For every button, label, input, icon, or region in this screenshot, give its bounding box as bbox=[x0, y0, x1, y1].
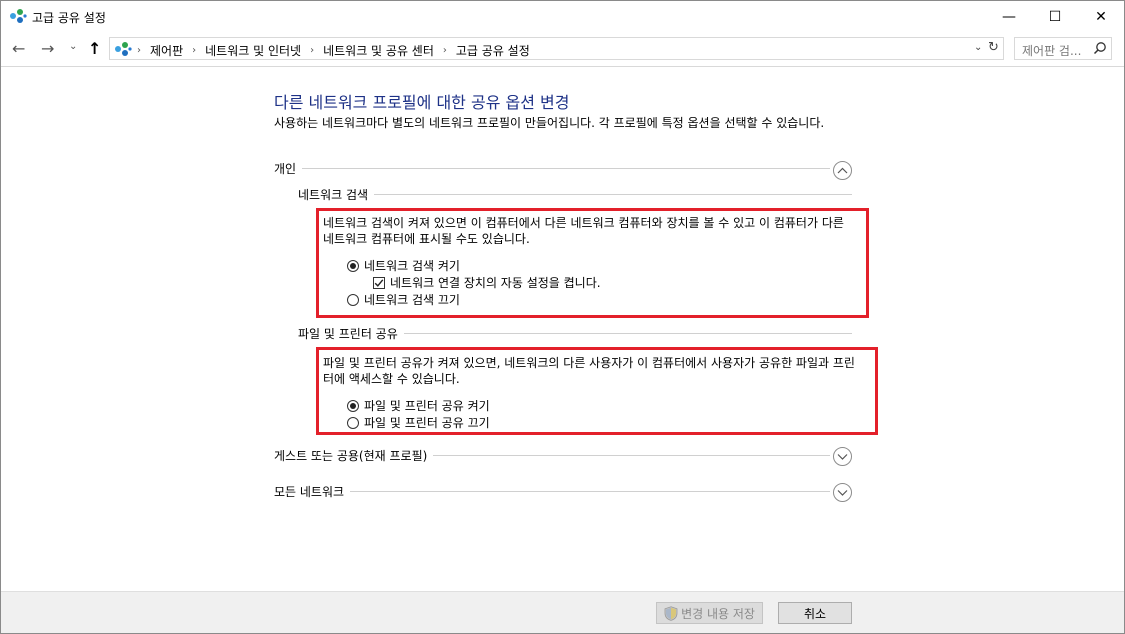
network-discovery-description: 네트워크 검색이 켜져 있으면 이 컴퓨터에서 다른 네트워크 컴퓨터와 장치를… bbox=[323, 216, 844, 246]
profile-private-label: 개인 bbox=[274, 162, 297, 176]
minimize-icon: — bbox=[1002, 8, 1016, 25]
chevron-right-icon[interactable]: › bbox=[310, 45, 314, 56]
file-printer-sharing-off-option[interactable]: 파일 및 프린터 공유 끄기 bbox=[347, 414, 490, 431]
radio-button[interactable] bbox=[347, 293, 359, 306]
page-title: 다른 네트워크 프로필에 대한 공유 옵션 변경 bbox=[274, 93, 570, 112]
radio-button[interactable] bbox=[347, 399, 359, 412]
file-printer-sharing-header: 파일 및 프린터 공유 bbox=[298, 325, 852, 342]
search-input[interactable]: 제어판 검... bbox=[1014, 37, 1112, 60]
close-button[interactable]: ✕ bbox=[1078, 1, 1124, 32]
profile-all-header[interactable]: 모든 네트워크 bbox=[274, 483, 830, 500]
network-discovery-off-label: 네트워크 검색 끄기 bbox=[364, 293, 460, 307]
profile-guest-label: 게스트 또는 공용(현재 프로필) bbox=[274, 449, 428, 463]
breadcrumb-network-internet[interactable]: 네트워크 및 인터넷 bbox=[205, 42, 301, 59]
check-icon bbox=[374, 278, 384, 287]
minimize-button[interactable]: — bbox=[986, 1, 1032, 32]
title-bar: 고급 공유 설정 — ☐ ✕ bbox=[1, 1, 1124, 32]
refresh-icon[interactable]: ↻ bbox=[988, 40, 999, 55]
recent-locations-icon[interactable]: ⌄ bbox=[69, 41, 77, 52]
up-arrow-icon[interactable]: ↑ bbox=[88, 39, 101, 58]
file-printer-sharing-on-label: 파일 및 프린터 공유 켜기 bbox=[364, 399, 490, 413]
network-discovery-on-label: 네트워크 검색 켜기 bbox=[364, 259, 460, 273]
intro-text: 사용하는 네트워크마다 별도의 네트워크 프로필이 만들어집니다. 각 프로필에… bbox=[274, 116, 825, 130]
file-printer-sharing-off-label: 파일 및 프린터 공유 끄기 bbox=[364, 416, 490, 430]
expand-all-button[interactable] bbox=[833, 483, 852, 502]
close-icon: ✕ bbox=[1095, 8, 1107, 25]
chevron-right-icon[interactable]: › bbox=[137, 45, 141, 56]
chevron-down-icon bbox=[837, 454, 848, 460]
address-bar[interactable]: › 제어판 › 네트워크 및 인터넷 › 네트워크 및 공유 센터 › 고급 공… bbox=[109, 37, 1004, 60]
breadcrumb-network-sharing-center[interactable]: 네트워크 및 공유 센터 bbox=[323, 42, 434, 59]
back-arrow-icon[interactable]: ← bbox=[12, 39, 25, 58]
chevron-down-icon[interactable]: ⌄ bbox=[974, 42, 982, 53]
file-printer-sharing-description: 파일 및 프린터 공유가 켜져 있으면, 네트워크의 다른 사용자가 이 컴퓨터… bbox=[323, 356, 855, 386]
navigation-bar: ← → ⌄ ↑ › 제어판 › 네트워크 및 인터넷 › 네트워크 및 공유 센… bbox=[1, 32, 1124, 67]
network-discovery-header: 네트워크 검색 bbox=[298, 186, 852, 203]
shield-icon bbox=[664, 605, 678, 621]
divider bbox=[374, 194, 852, 195]
network-icon bbox=[115, 42, 132, 56]
network-discovery-heading: 네트워크 검색 bbox=[298, 188, 369, 202]
auto-setup-label: 네트워크 연결 장치의 자동 설정을 켭니다. bbox=[390, 276, 601, 290]
cancel-button[interactable]: 취소 bbox=[778, 602, 852, 624]
file-printer-sharing-heading: 파일 및 프린터 공유 bbox=[298, 327, 398, 341]
breadcrumb: › 제어판 › 네트워크 및 인터넷 › 네트워크 및 공유 센터 › 고급 공… bbox=[134, 42, 530, 59]
footer-bar: 변경 내용 저장 취소 bbox=[1, 591, 1124, 633]
save-changes-label: 변경 내용 저장 bbox=[681, 606, 755, 621]
radio-button[interactable] bbox=[347, 416, 359, 429]
expand-guest-button[interactable] bbox=[833, 447, 852, 466]
radio-button[interactable] bbox=[347, 259, 359, 272]
divider bbox=[350, 491, 830, 492]
cancel-label: 취소 bbox=[803, 606, 827, 621]
network-discovery-off-option[interactable]: 네트워크 검색 끄기 bbox=[347, 291, 460, 308]
main-content: 다른 네트워크 프로필에 대한 공유 옵션 변경 사용하는 네트워크마다 별도의… bbox=[1, 67, 1124, 591]
save-changes-button[interactable]: 변경 내용 저장 bbox=[656, 602, 763, 624]
search-icon[interactable] bbox=[1093, 41, 1107, 55]
maximize-icon: ☐ bbox=[1048, 8, 1062, 25]
breadcrumb-advanced-sharing[interactable]: 고급 공유 설정 bbox=[456, 42, 530, 59]
forward-arrow-icon[interactable]: → bbox=[41, 39, 54, 58]
divider bbox=[403, 333, 852, 334]
profile-private-header[interactable]: 개인 bbox=[274, 160, 830, 177]
auto-setup-option[interactable]: 네트워크 연결 장치의 자동 설정을 켭니다. bbox=[373, 274, 601, 291]
breadcrumb-control-panel[interactable]: 제어판 bbox=[150, 42, 183, 59]
profile-all-label: 모든 네트워크 bbox=[274, 485, 345, 499]
maximize-button[interactable]: ☐ bbox=[1032, 1, 1078, 32]
chevron-down-icon bbox=[837, 490, 848, 496]
search-placeholder: 제어판 검... bbox=[1022, 44, 1082, 58]
divider bbox=[302, 168, 830, 169]
divider bbox=[433, 455, 830, 456]
window-title: 고급 공유 설정 bbox=[32, 11, 106, 25]
collapse-private-button[interactable] bbox=[833, 161, 852, 180]
chevron-up-icon bbox=[837, 167, 848, 174]
network-discovery-on-option[interactable]: 네트워크 검색 켜기 bbox=[347, 257, 460, 274]
chevron-right-icon[interactable]: › bbox=[443, 45, 447, 56]
network-icon bbox=[10, 9, 27, 23]
profile-guest-header[interactable]: 게스트 또는 공용(현재 프로필) bbox=[274, 447, 830, 464]
file-printer-sharing-on-option[interactable]: 파일 및 프린터 공유 켜기 bbox=[347, 397, 490, 414]
chevron-right-icon[interactable]: › bbox=[192, 45, 196, 56]
checkbox[interactable] bbox=[373, 276, 385, 289]
